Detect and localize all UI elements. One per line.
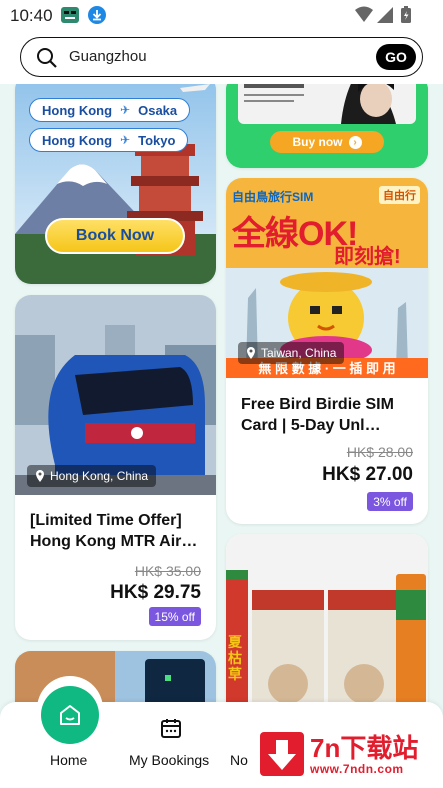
search-input[interactable]: Guangzhou GO (20, 37, 423, 77)
location-label: Taiwan, China (261, 346, 337, 360)
route-to: Osaka (138, 102, 178, 118)
tab-notifications[interactable]: No (230, 752, 248, 768)
location-pin-icon (247, 347, 255, 359)
route-pill-osaka: Hong Kong ✈ Osaka (29, 98, 191, 122)
wifi-icon (355, 6, 373, 22)
route-from: Hong Kong (42, 132, 113, 148)
home-icon (60, 705, 80, 725)
can-label: 夏枯草 (228, 634, 242, 682)
airplane-icon: ✈ (120, 133, 131, 147)
sale-price: HK$ 27.00 (322, 464, 413, 485)
discount-badge: 15% off (148, 607, 201, 626)
search-bar: Guangzhou GO (0, 32, 443, 84)
product-title: [Limited Time Offer] Hong Kong MTR Air… (30, 512, 198, 550)
route-from: Hong Kong (42, 102, 113, 118)
status-time: 10:40 (10, 6, 53, 25)
buy-now-button[interactable]: Buy now › (270, 131, 384, 153)
calendar-icon[interactable] (159, 716, 183, 740)
discount-badge: 3% off (367, 492, 413, 511)
signal-icon (377, 7, 393, 23)
battery-icon (401, 6, 411, 23)
download-arrow-logo-icon (260, 732, 304, 776)
watermark-brand: 7n下载站 (310, 733, 419, 763)
chevron-right-icon: › (348, 135, 362, 149)
sim-brand-logo: 自由行 (379, 186, 420, 204)
original-price: HK$ 35.00 (134, 563, 201, 579)
route-to: Tokyo (138, 132, 176, 148)
watermark-url: www.7ndn.com (310, 762, 404, 776)
search-value: Guangzhou (69, 48, 147, 65)
product-card-mtr[interactable]: Hong Kong, China [Limited Time Offer] Ho… (15, 295, 216, 640)
app-notification-icon (61, 7, 79, 23)
home-tab-button[interactable] (41, 686, 99, 744)
airplane-icon: ✈ (120, 103, 131, 117)
product-card-sim[interactable]: 自由鳥旅行SIM 自由行 全線OK! 即刻搶! 無 限 數 據 · 一 插 即 … (226, 178, 428, 524)
download-icon (88, 6, 106, 24)
book-now-button[interactable]: Book Now (45, 218, 185, 254)
flight-promo-card[interactable]: Hong Kong ✈ Osaka Hong Kong ✈ Tokyo Book… (15, 84, 216, 284)
tab-my-bookings[interactable]: My Bookings (129, 752, 209, 768)
route-pill-tokyo: Hong Kong ✈ Tokyo (29, 128, 189, 152)
sim-banner-subhead: 即刻搶! (334, 246, 401, 268)
product-title: Free Bird Birdie SIM Card | 5-Day Unl… (241, 396, 394, 434)
status-bar: 10:40 (0, 0, 443, 32)
location-pin-icon (36, 470, 44, 482)
sale-price: HK$ 29.75 (110, 582, 201, 603)
sim-banner-tag: 自由鳥旅行SIM (232, 190, 314, 204)
location-label: Hong Kong, China (50, 469, 149, 483)
promo-image (226, 84, 428, 168)
go-button[interactable]: GO (376, 44, 416, 70)
search-icon (37, 48, 57, 68)
watermark-logo: 7n下载站 www.7ndn.com (256, 724, 438, 782)
location-badge: Taiwan, China (238, 342, 345, 364)
top-right-promo-card[interactable]: Buy now › (226, 84, 428, 168)
original-price: HK$ 28.00 (346, 444, 413, 460)
location-badge: Hong Kong, China (27, 465, 157, 487)
tab-home[interactable]: Home (50, 752, 87, 768)
buy-now-label: Buy now (292, 135, 343, 149)
